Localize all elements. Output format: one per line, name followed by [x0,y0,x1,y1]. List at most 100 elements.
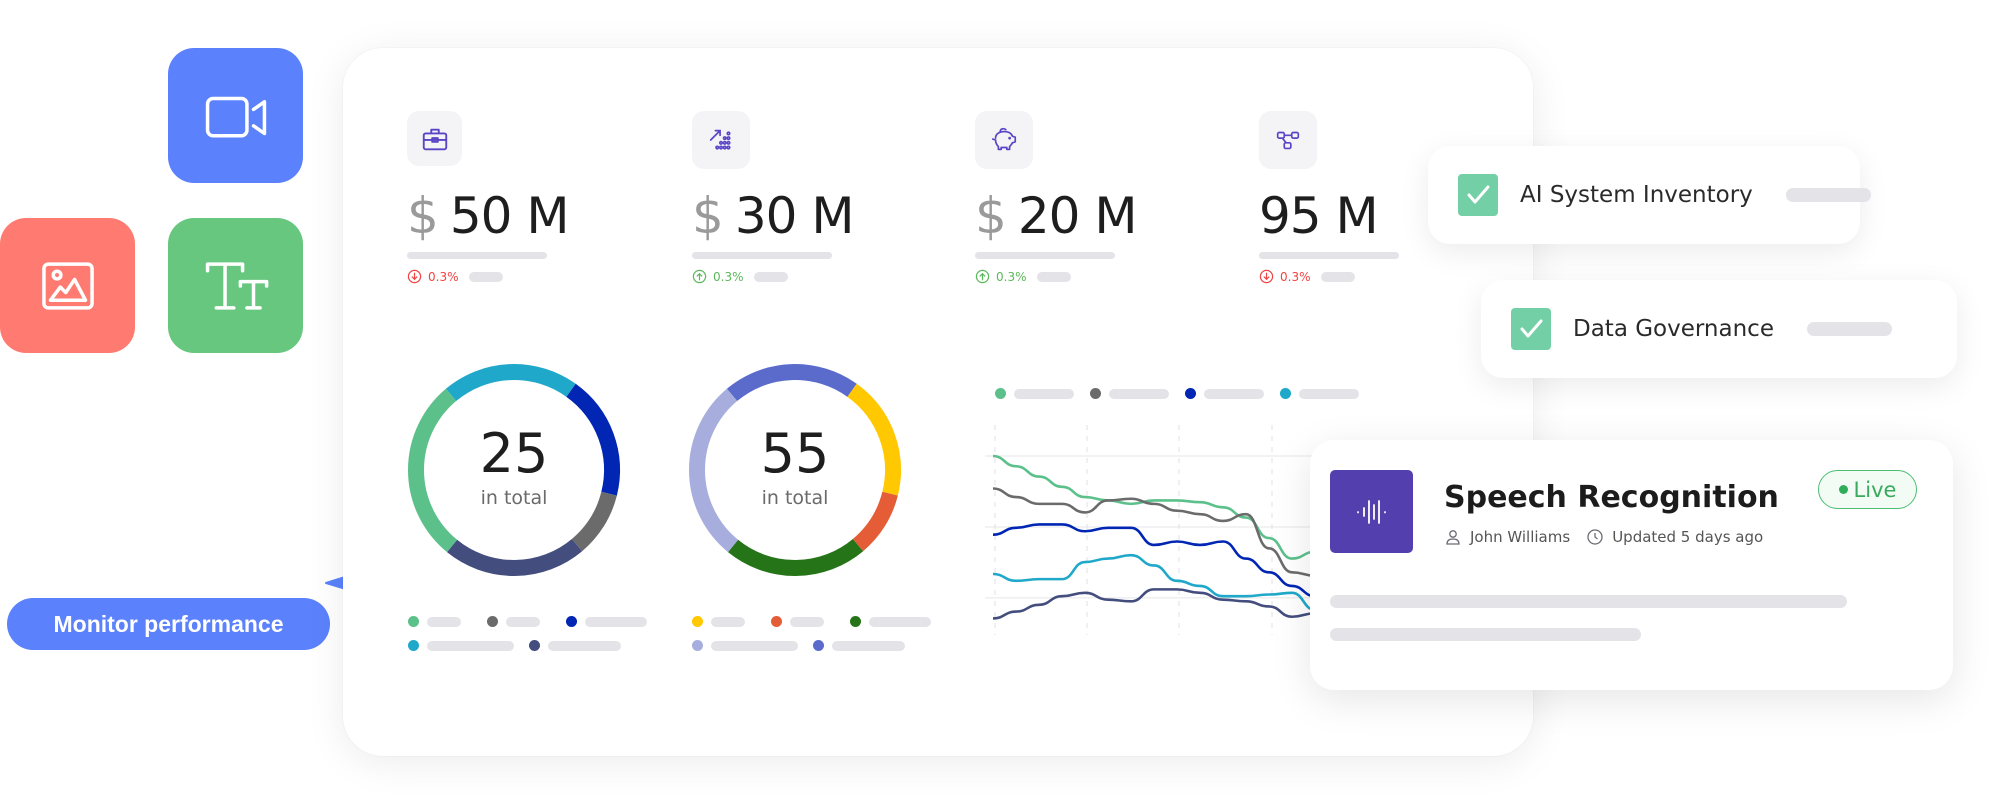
kpi-icon-box [407,111,462,166]
model-title: Speech Recognition [1444,480,1779,515]
legend-dot [692,616,703,627]
kpi-placeholder-bar [1259,252,1399,259]
kpi-growth: $30 M 0.3% [692,111,932,284]
legend-label-placeholder [548,640,621,651]
legend-dot [408,640,419,651]
legend-item [408,640,514,651]
description-placeholder-bar-1 [1330,595,1847,608]
donut-chart-1: 25 in total [399,355,629,585]
legend-dot [771,616,782,627]
line-chart [985,425,1315,635]
kpi-trend: 0.3% [1259,269,1499,284]
kpi-value: $50 M [407,187,569,245]
kpi-value: $20 M [975,187,1137,245]
line-series-3 [992,553,1315,612]
legend-item [692,616,745,627]
line-series-0 [992,454,1315,560]
legend-dot [566,616,577,627]
donut-1-legend-row-1 [408,616,661,627]
kpi-change: 0.3% [428,269,459,284]
video-tile[interactable] [168,48,303,183]
legend-label-placeholder [427,616,461,627]
line-series-2 [992,523,1315,598]
donut-chart-2: 55 in total [680,355,910,585]
briefcase-icon [422,128,447,150]
legend-dot [692,640,703,651]
piggy-bank-icon [991,127,1017,151]
checkbox-checked[interactable] [1511,308,1551,350]
model-icon-box [1330,470,1413,553]
checklist-placeholder-bar [1807,322,1892,336]
status-dot [1838,485,1848,494]
checkmark-icon [1467,185,1490,204]
checklist-card-ai-system-inventory[interactable]: AI System Inventory [1428,146,1871,244]
legend-item [408,616,461,627]
status-label: Live [1853,477,1897,502]
arrow-down-circle-icon [1259,269,1274,284]
legend-dot [529,640,540,651]
arrow-down-circle-icon [407,269,422,284]
description-placeholder-bar-2 [1330,628,1641,641]
kpi-change: 0.3% [1280,269,1311,284]
legend-label-placeholder [711,640,798,651]
legend-item [487,616,540,627]
donut-2-legend-row-1 [692,616,945,627]
kpi-trend: 0.3% [975,269,1215,284]
kpi-trend-placeholder [753,271,788,282]
text-size-icon [205,261,268,310]
sound-wave-icon [1356,499,1386,524]
arrow-up-circle-icon [692,269,707,284]
kpi-revenue: $50 M 0.3% [407,111,647,284]
network-nodes-icon [1276,131,1300,150]
donut-total: 25 [479,422,549,485]
checklist-label: Data Governance [1573,316,1774,342]
kpi-placeholder-bar [692,252,832,259]
checklist-card-data-governance[interactable]: Data Governance [1481,280,1957,378]
checklist-placeholder-bar [1786,188,1871,202]
kpi-placeholder-bar [975,252,1115,259]
legend-item [850,616,931,627]
legend-item [566,616,647,627]
status-badge-live: Live [1818,470,1917,509]
image-tile[interactable] [0,218,135,353]
legend-dot [813,640,824,651]
donut-2-legend-row-2 [692,640,919,651]
model-meta: John Williams Updated 5 days ago [1444,528,1763,546]
legend-label-placeholder [790,616,824,627]
donut-total-label: in total [761,487,829,509]
checklist-label: AI System Inventory [1520,182,1753,208]
legend-dot [408,616,419,627]
kpi-icon-box [975,111,1033,169]
model-owner: John Williams [1470,528,1571,546]
image-icon [41,261,94,310]
kpi-trend-placeholder [468,271,503,282]
legend-item [771,616,824,627]
kpi-trend: 0.3% [692,269,932,284]
kpi-change: 0.3% [713,269,744,284]
legend-dot [850,616,861,627]
monitor-performance-button[interactable]: Monitor performance [7,598,330,650]
kpi-trend-placeholder [1320,271,1355,282]
legend-item [529,640,621,651]
kpi-savings: $20 M 0.3% [975,111,1215,284]
donut-1-legend-row-2 [408,640,635,651]
clock-icon [1587,529,1603,545]
checkbox-checked[interactable] [1458,174,1498,216]
text-tile[interactable] [168,218,303,353]
legend-label-placeholder [506,616,540,627]
legend-item [813,640,905,651]
kpi-change: 0.3% [996,269,1027,284]
model-card-speech-recognition[interactable]: Speech Recognition John Williams Updated… [1310,440,1953,690]
kpi-trend-placeholder [1036,271,1071,282]
growth-chart-icon [709,129,731,150]
kpi-placeholder-bar [407,252,547,259]
legend-label-placeholder [711,616,745,627]
legend-dot [487,616,498,627]
kpi-value: $30 M [692,187,854,245]
donut-center: 55 in total [680,355,910,585]
checkmark-icon [1520,319,1543,338]
donut-center: 25 in total [399,355,629,585]
legend-item [692,640,798,651]
video-camera-icon [205,96,266,137]
model-updated: Updated 5 days ago [1612,528,1764,546]
